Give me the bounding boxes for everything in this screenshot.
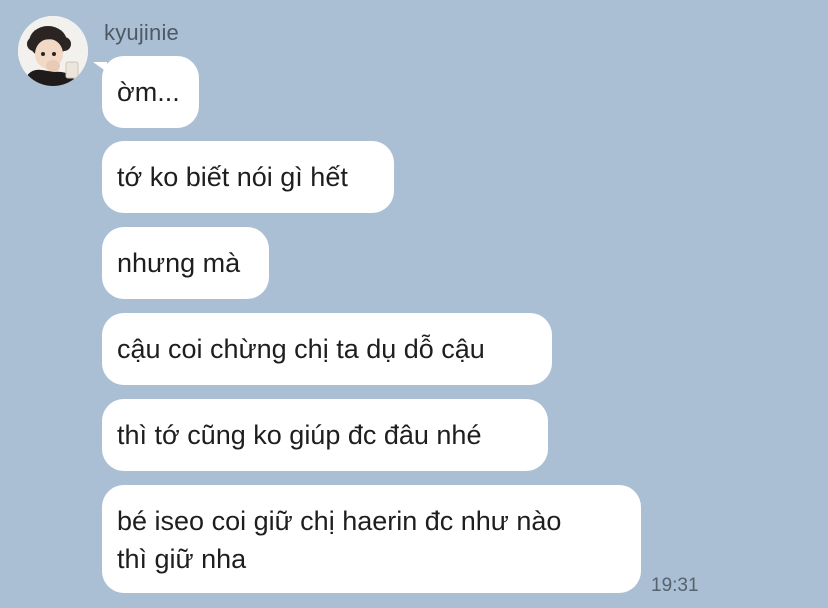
message-bubble[interactable]: nhưng mà [102, 227, 269, 299]
message-bubble[interactable]: cậu coi chừng chị ta dụ dỗ cậu [102, 313, 552, 385]
message-timestamp: 19:31 [651, 575, 699, 596]
message-bubble[interactable]: tớ ko biết nói gì hết [102, 141, 394, 213]
message-text: ờm... [117, 77, 180, 107]
chat-view: kyujinie ờm... tớ ko biết nói gì hết như… [0, 0, 828, 608]
message-text: thì tớ cũng ko giúp đc đâu nhé [117, 420, 482, 450]
message-text-line: thì giữ nha [117, 544, 247, 574]
message-bubble[interactable]: ờm... [93, 56, 199, 128]
message-bubble[interactable]: bé iseo coi giữ chị haerin đc như nào th… [102, 485, 641, 593]
message-text: tớ ko biết nói gì hết [117, 162, 348, 192]
avatar[interactable] [18, 16, 88, 86]
sender-name: kyujinie [104, 20, 179, 45]
message-text: nhưng mà [117, 248, 241, 278]
message-text: cậu coi chừng chị ta dụ dỗ cậu [117, 334, 485, 364]
message-bubble[interactable]: thì tớ cũng ko giúp đc đâu nhé [102, 399, 548, 471]
user-avatar-photo-icon [18, 16, 88, 86]
message-text-line: bé iseo coi giữ chị haerin đc như nào [117, 506, 562, 536]
